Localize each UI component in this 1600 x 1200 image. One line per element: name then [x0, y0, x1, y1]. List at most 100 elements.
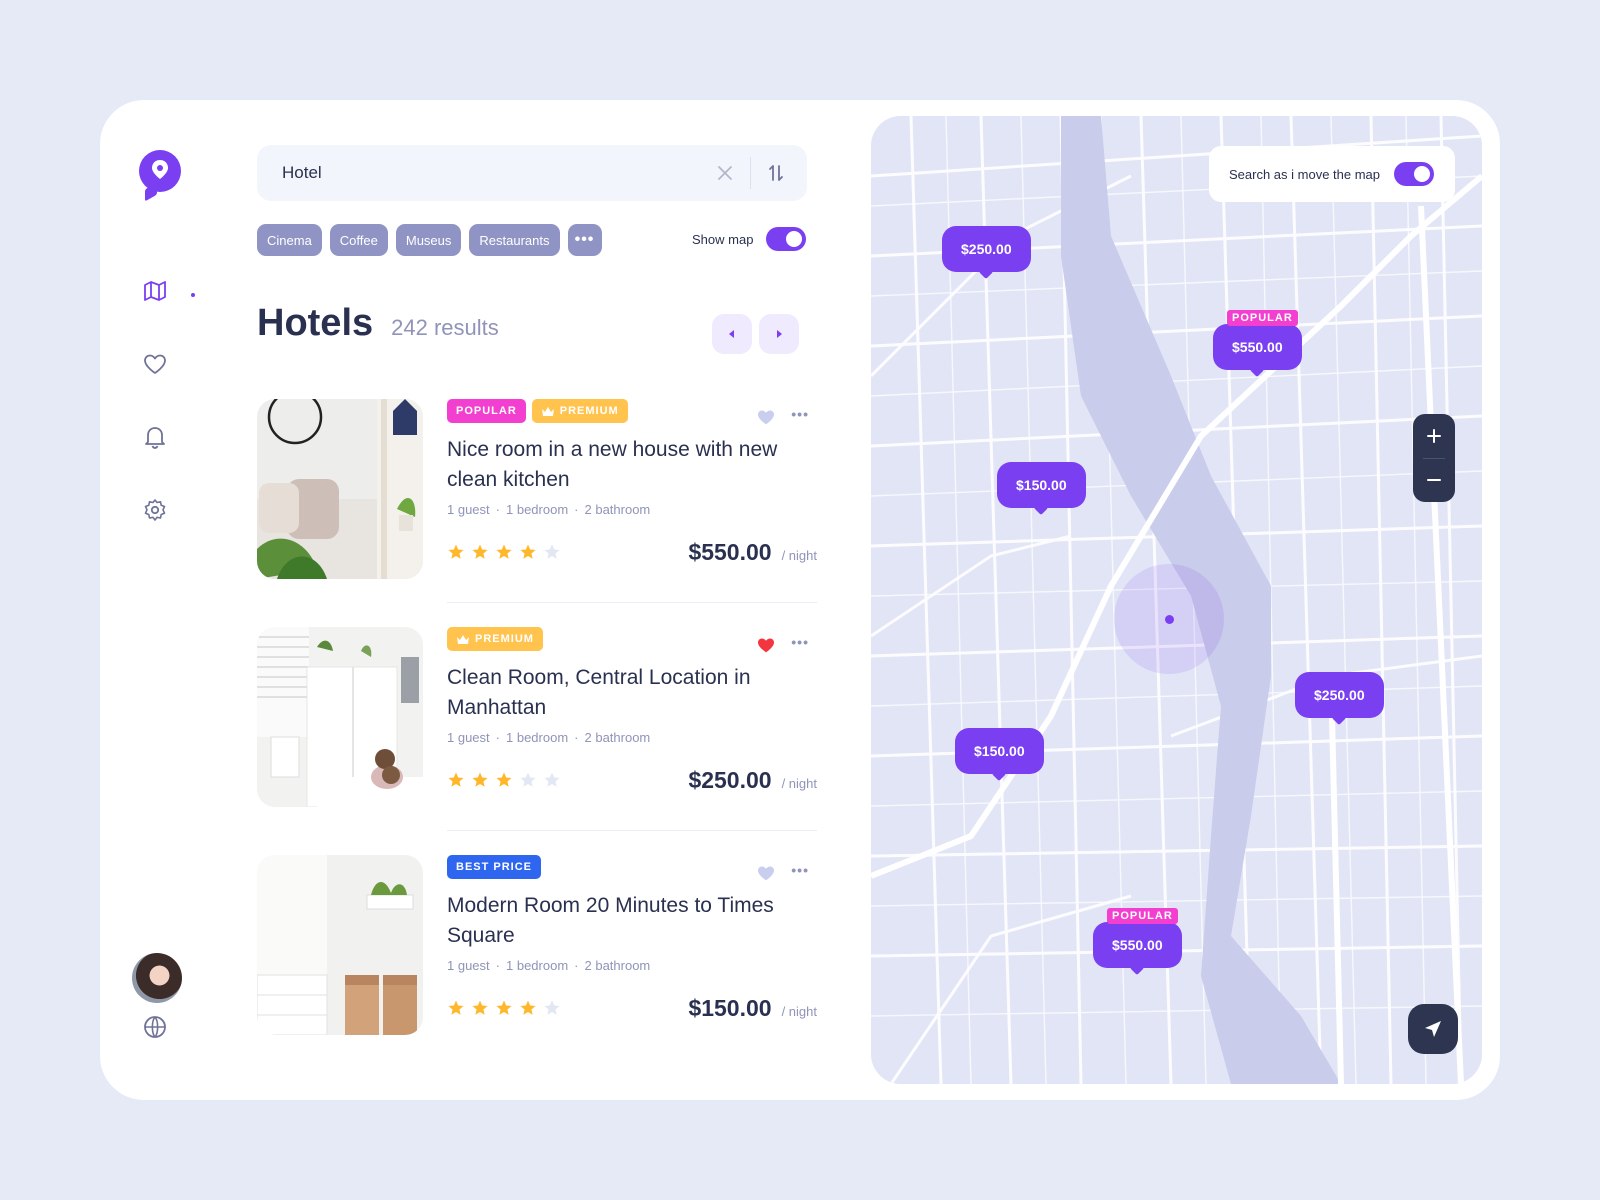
- avatar[interactable]: [132, 953, 182, 1003]
- sidebar-item-favorites[interactable]: [142, 351, 168, 377]
- search-bar: [257, 145, 807, 201]
- price-unit: / night: [781, 548, 817, 563]
- results-count: 242 results: [391, 315, 499, 340]
- favorite-button[interactable]: [757, 409, 775, 430]
- map-price-pin[interactable]: $250.00: [1295, 672, 1384, 718]
- price-unit: / night: [781, 1004, 817, 1019]
- pin-price: $150.00: [974, 743, 1025, 759]
- more-options-button[interactable]: •••: [791, 407, 809, 421]
- bell-icon: [145, 427, 165, 449]
- close-icon: [718, 166, 732, 180]
- current-location-dot: [1165, 615, 1174, 624]
- listing-photo[interactable]: [257, 627, 423, 807]
- star-filled-icon: [448, 772, 464, 787]
- star-filled-icon: [472, 1000, 488, 1015]
- sidebar-item-notifications[interactable]: [142, 424, 168, 450]
- star-filled-icon: [472, 544, 488, 559]
- listing-details: 1 guest · 1 bedroom · 2 bathroom: [447, 730, 651, 745]
- map-price-pin[interactable]: $150.00: [955, 728, 1044, 774]
- divider: [447, 602, 817, 603]
- guests-count: 1 guest: [447, 958, 490, 973]
- star-rating: [447, 999, 561, 1017]
- favorite-button[interactable]: [757, 637, 775, 658]
- language-button[interactable]: [142, 1014, 168, 1040]
- premium-badge-label: PREMIUM: [559, 405, 619, 417]
- listing-title[interactable]: Nice room in a new house with new clean …: [447, 435, 797, 495]
- star-empty-icon: [544, 544, 560, 559]
- heart-icon: [758, 410, 774, 425]
- sort-button[interactable]: [765, 162, 787, 184]
- bathrooms-count: 2 bathroom: [584, 730, 651, 745]
- listing-price: $150.00 / night: [688, 995, 817, 1022]
- best-price-badge: BEST PRICE: [447, 855, 542, 879]
- price-amount: $250.00: [688, 767, 772, 793]
- price-amount: $150.00: [688, 995, 772, 1021]
- clear-search-button[interactable]: [714, 162, 736, 184]
- zoom-divider: [1423, 458, 1445, 459]
- search-as-move-toggle[interactable]: [1394, 162, 1435, 186]
- map-price-pin[interactable]: POPULAR $550.00: [1093, 908, 1182, 968]
- search-as-move-control: Search as i move the map: [1209, 146, 1455, 202]
- star-filled-icon: [520, 1000, 536, 1015]
- star-filled-icon: [496, 1000, 512, 1015]
- map-view[interactable]: Search as i move the map $250.00 POPULAR…: [871, 116, 1482, 1084]
- map-icon: [144, 281, 166, 301]
- star-filled-icon: [448, 1000, 464, 1015]
- listing-title[interactable]: Modern Room 20 Minutes to Times Square: [447, 891, 797, 951]
- more-options-button[interactable]: •••: [791, 635, 809, 649]
- bedrooms-count: 1 bedroom: [506, 730, 569, 745]
- pin-price: $250.00: [961, 241, 1012, 257]
- gear-icon: [144, 499, 166, 521]
- sidebar-item-map[interactable]: [142, 278, 168, 304]
- price-unit: / night: [781, 776, 817, 791]
- chip-cinema[interactable]: Cinema: [257, 224, 322, 256]
- pin-price: $550.00: [1232, 339, 1283, 355]
- more-options-button[interactable]: •••: [791, 863, 809, 877]
- minus-icon: [1427, 479, 1441, 481]
- map-price-pin[interactable]: $150.00: [997, 462, 1086, 508]
- star-filled-icon: [496, 544, 512, 559]
- plus-icon: [1427, 429, 1441, 443]
- pin-price: $150.00: [1016, 477, 1067, 493]
- sort-icon: [769, 165, 783, 181]
- sidebar-item-settings[interactable]: [142, 497, 168, 523]
- listing-card: PREMIUM ••• Clean Room, Central Location…: [257, 627, 817, 831]
- favorite-button[interactable]: [757, 865, 775, 886]
- locate-me-button[interactable]: [1408, 1004, 1458, 1054]
- chip-museus[interactable]: Museus: [395, 224, 462, 256]
- listing-photo[interactable]: [257, 399, 423, 579]
- search-input[interactable]: [282, 163, 714, 183]
- pin-popular-tag: POPULAR: [1107, 908, 1178, 924]
- location-pin-icon: [152, 160, 168, 179]
- guests-count: 1 guest: [447, 730, 490, 745]
- listing-details: 1 guest · 1 bedroom · 2 bathroom: [447, 958, 651, 973]
- zoom-in-button[interactable]: [1413, 414, 1455, 458]
- map-price-pin[interactable]: POPULAR $550.00: [1213, 310, 1302, 370]
- star-empty-icon: [520, 772, 536, 787]
- show-map-control: Show map: [692, 227, 807, 251]
- map-price-pin[interactable]: $250.00: [942, 226, 1031, 272]
- more-chips-button[interactable]: •••: [567, 224, 602, 256]
- show-map-label: Show map: [692, 231, 754, 247]
- popular-badge: POPULAR: [447, 399, 526, 423]
- listing-info: BEST PRICE ••• Modern Room 20 Minutes to…: [447, 855, 817, 1035]
- navigation-arrow-icon: [1425, 1021, 1441, 1037]
- chip-coffee[interactable]: Coffee: [329, 224, 388, 256]
- pin-price: $250.00: [1314, 687, 1365, 703]
- prev-page-button[interactable]: [712, 314, 752, 354]
- app-window: Cinema Coffee Museus Restaurants ••• Sho…: [100, 100, 1500, 1100]
- bathrooms-count: 2 bathroom: [584, 502, 651, 517]
- listing-price: $550.00 / night: [688, 539, 817, 566]
- logo[interactable]: [139, 150, 181, 192]
- chip-restaurants[interactable]: Restaurants: [469, 224, 560, 256]
- listing-photo[interactable]: [257, 855, 423, 1035]
- crown-icon: [541, 406, 554, 416]
- listing-title[interactable]: Clean Room, Central Location in Manhatta…: [447, 663, 797, 723]
- next-page-button[interactable]: [759, 314, 799, 354]
- listing-info: PREMIUM ••• Clean Room, Central Location…: [447, 627, 817, 807]
- star-filled-icon: [472, 772, 488, 787]
- show-map-toggle[interactable]: [766, 227, 807, 251]
- page-title: Hotels: [257, 302, 374, 344]
- zoom-out-button[interactable]: [1413, 458, 1455, 502]
- listing-price: $250.00 / night: [688, 767, 817, 794]
